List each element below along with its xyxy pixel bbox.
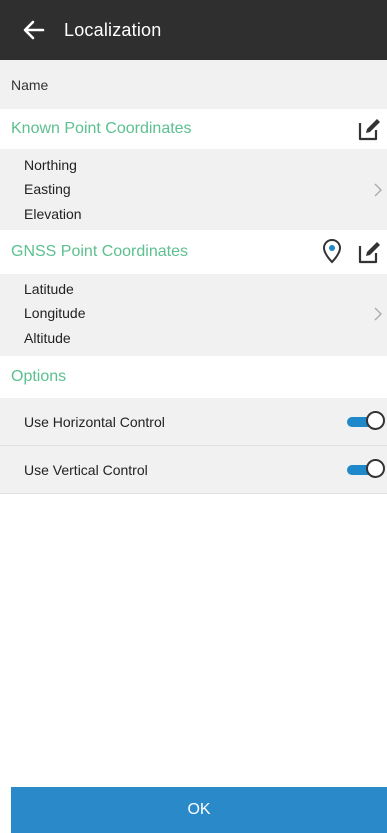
edit-icon[interactable] bbox=[357, 239, 383, 265]
horizontal-control-toggle[interactable] bbox=[347, 411, 387, 433]
gnss-point-coordinates[interactable]: Latitude Longitude Altitude bbox=[0, 274, 387, 356]
options-title: Options bbox=[11, 368, 67, 385]
name-label: Name bbox=[11, 76, 49, 93]
options-header: Options bbox=[0, 356, 387, 398]
latitude-label: Latitude bbox=[24, 281, 74, 297]
ok-label: OK bbox=[187, 801, 211, 818]
known-point-title: Known Point Coordinates bbox=[11, 120, 192, 137]
location-pin-icon[interactable] bbox=[321, 238, 343, 264]
easting-label: Easting bbox=[24, 181, 71, 197]
chevron-right-icon bbox=[374, 307, 382, 321]
toggle-thumb bbox=[366, 459, 385, 478]
altitude-label: Altitude bbox=[24, 330, 71, 346]
gnss-point-title: GNSS Point Coordinates bbox=[11, 243, 188, 260]
vertical-control-toggle[interactable] bbox=[347, 459, 387, 481]
ok-button[interactable]: OK bbox=[11, 787, 387, 833]
known-point-header: Known Point Coordinates bbox=[0, 109, 387, 149]
northing-label: Northing bbox=[24, 157, 77, 173]
elevation-label: Elevation bbox=[24, 206, 82, 222]
chevron-right-icon bbox=[374, 183, 382, 197]
vertical-control-label: Use Vertical Control bbox=[24, 461, 148, 478]
arrow-left-icon bbox=[23, 20, 45, 40]
gnss-point-header: GNSS Point Coordinates bbox=[0, 230, 387, 274]
divider bbox=[0, 493, 387, 494]
app-bar: Localization bbox=[0, 0, 387, 60]
name-row[interactable]: Name bbox=[0, 60, 387, 109]
horizontal-control-label: Use Horizontal Control bbox=[24, 413, 165, 430]
toggle-thumb bbox=[366, 411, 385, 430]
vertical-control-row: Use Vertical Control bbox=[0, 446, 387, 493]
back-button[interactable] bbox=[14, 10, 54, 50]
page-title: Localization bbox=[64, 19, 162, 40]
horizontal-control-row: Use Horizontal Control bbox=[0, 398, 387, 445]
edit-icon[interactable] bbox=[357, 116, 383, 142]
longitude-label: Longitude bbox=[24, 305, 86, 321]
known-point-coordinates[interactable]: Northing Easting Elevation bbox=[0, 149, 387, 230]
